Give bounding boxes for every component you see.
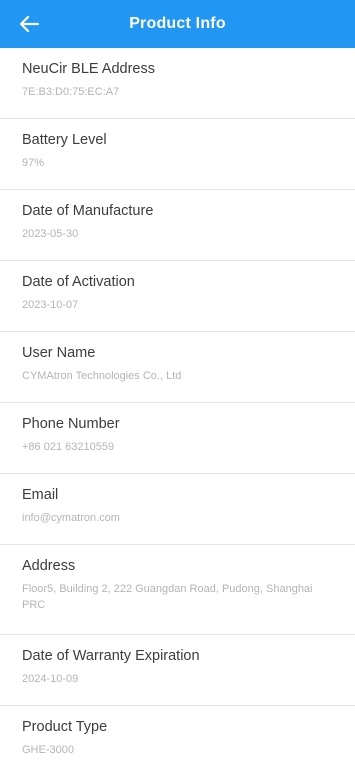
address-value: Floor5, Building 2, 222 Guangdan Road, P…: [22, 583, 313, 611]
activation-date-value: 2023-10-07: [22, 299, 79, 311]
address-row: Address Floor5, Building 2, 222 Guangdan…: [0, 545, 355, 635]
product-type-label: Product Type: [22, 719, 108, 735]
phone-number-row: Phone Number +86 021 63210559: [0, 403, 355, 474]
battery-level-label: Battery Level: [22, 132, 107, 148]
user-name-label: User Name: [22, 345, 96, 361]
product-info-list: NeuCir BLE Address 7E:B3:D0:75:EC:A7 Bat…: [0, 48, 355, 777]
user-name-value: CYMAtron Technologies Co., Ltd: [22, 370, 182, 382]
warranty-expiration-label: Date of Warranty Expiration: [22, 648, 200, 664]
product-type-row: Product Type GHE-3000: [0, 706, 355, 777]
manufacture-date-row: Date of Manufacture 2023-05-30: [0, 190, 355, 261]
user-name-row: User Name CYMAtron Technologies Co., Ltd: [0, 332, 355, 403]
warranty-expiration-value: 2024-10-09: [22, 673, 79, 685]
email-value: info@cymatron.com: [22, 512, 120, 524]
product-type-value: GHE-3000: [22, 744, 74, 756]
manufacture-date-label: Date of Manufacture: [22, 203, 154, 219]
back-button[interactable]: [18, 14, 40, 34]
manufacture-date-value: 2023-05-30: [22, 228, 79, 240]
activation-date-row: Date of Activation 2023-10-07: [0, 261, 355, 332]
phone-number-label: Phone Number: [22, 416, 120, 432]
phone-number-value: +86 021 63210559: [22, 441, 115, 453]
email-row: Email info@cymatron.com: [0, 474, 355, 545]
address-label: Address: [22, 558, 76, 574]
ble-address-label: NeuCir BLE Address: [22, 61, 155, 77]
app-bar: Product Info: [0, 0, 355, 48]
ble-address-row: NeuCir BLE Address 7E:B3:D0:75:EC:A7: [0, 48, 355, 119]
page-title: Product Info: [129, 15, 226, 32]
email-label: Email: [22, 487, 59, 503]
battery-level-value: 97%: [22, 157, 45, 169]
arrow-left-icon: [19, 15, 40, 33]
activation-date-label: Date of Activation: [22, 274, 135, 290]
battery-level-row: Battery Level 97%: [0, 119, 355, 190]
warranty-expiration-row: Date of Warranty Expiration 2024-10-09: [0, 635, 355, 706]
ble-address-value: 7E:B3:D0:75:EC:A7: [22, 86, 120, 98]
